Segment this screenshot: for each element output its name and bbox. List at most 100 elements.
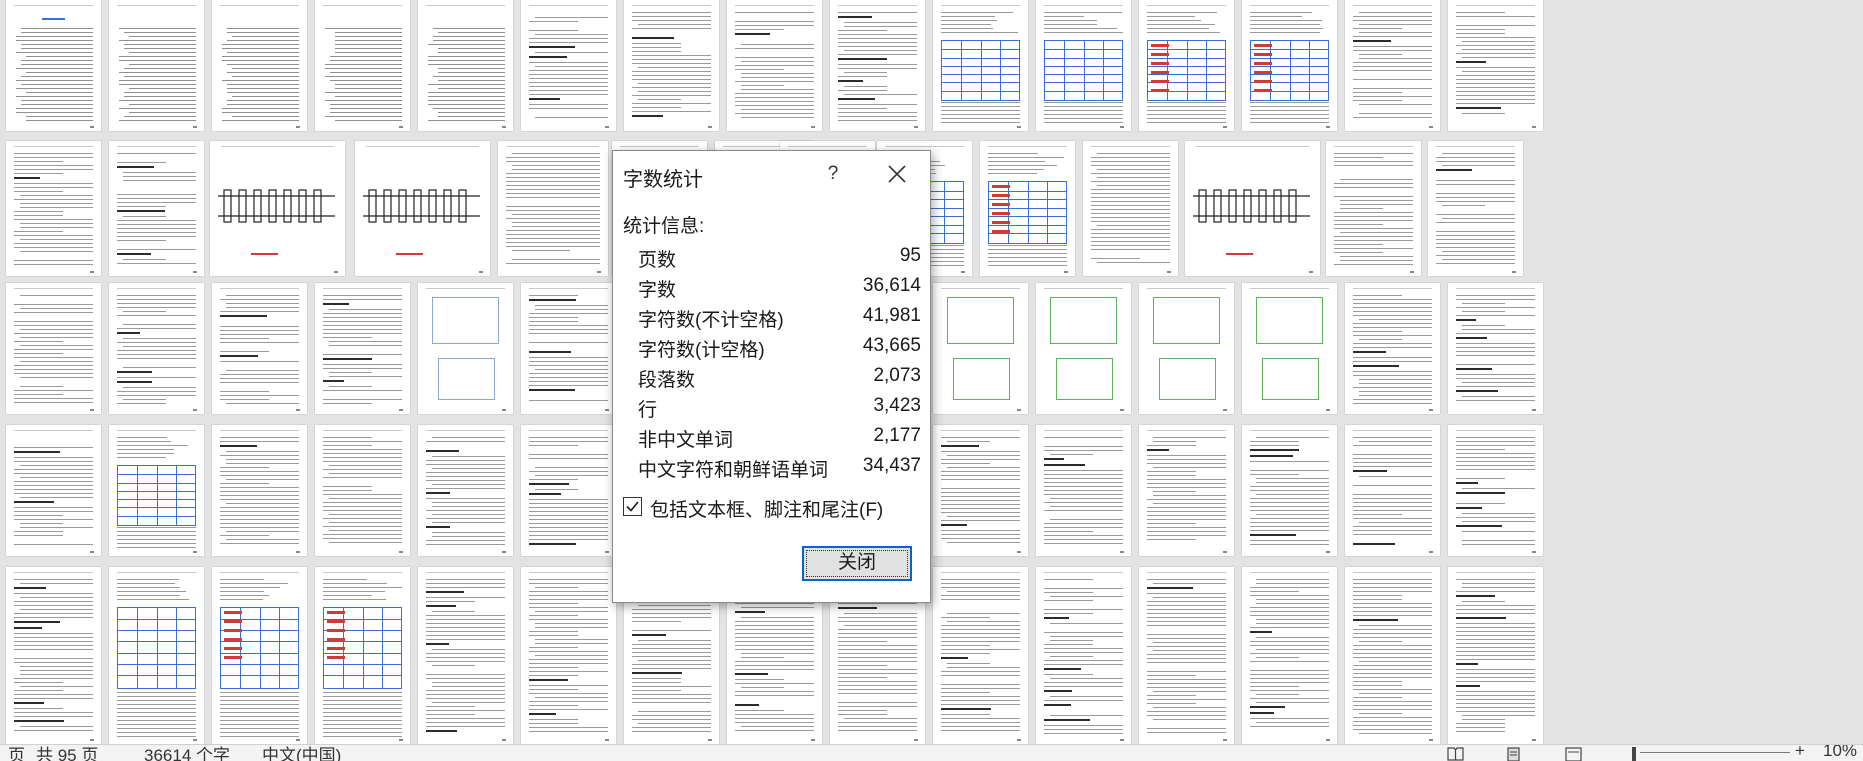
page-thumbnail[interactable] xyxy=(355,141,490,276)
stat-value: 2,177 xyxy=(873,425,921,446)
page-thumbnail[interactable] xyxy=(1345,425,1440,556)
language-status[interactable]: 中文(中国) xyxy=(262,745,341,761)
stat-label: 中文字符和朝鲜语单词 xyxy=(638,460,829,481)
page-thumbnail[interactable] xyxy=(1326,141,1421,276)
stat-value: 41,981 xyxy=(862,305,921,326)
page-thumbnail[interactable] xyxy=(624,0,719,131)
page-thumbnail[interactable] xyxy=(210,141,345,276)
stats-list: 页数 95 字数 36,614 字符数(不计空格) 41,981 字符数(计空格) 43… xyxy=(638,241,921,481)
page-thumbnail[interactable] xyxy=(1036,425,1131,556)
stat-label: 字符数(计空格) xyxy=(638,340,765,361)
page-thumbnail[interactable] xyxy=(521,425,616,556)
stat-row-words: 字数 36,614 xyxy=(638,271,921,301)
page-thumbnail[interactable] xyxy=(1242,283,1337,414)
page-count[interactable]: 共 95 页 xyxy=(36,745,98,761)
stat-label: 段落数 xyxy=(638,370,696,391)
zoom-level[interactable]: 10% xyxy=(1823,745,1857,761)
close-icon[interactable] xyxy=(881,159,913,189)
page-thumbnail[interactable] xyxy=(1242,567,1337,744)
plus-icon[interactable]: + xyxy=(1795,745,1805,761)
stat-row-chars-with-spaces: 字符数(计空格) 43,665 xyxy=(638,331,921,361)
page-thumbnail[interactable] xyxy=(6,0,101,131)
page-thumbnail[interactable] xyxy=(1036,283,1131,414)
page-thumbnail[interactable] xyxy=(1139,425,1234,556)
page-thumbnail[interactable] xyxy=(109,567,204,744)
page-thumbnail[interactable] xyxy=(521,283,616,414)
page-thumbnail[interactable] xyxy=(1242,0,1337,131)
page-thumbnail[interactable] xyxy=(212,567,307,744)
page-thumbnail[interactable] xyxy=(933,0,1028,131)
page-thumbnail[interactable] xyxy=(6,141,101,276)
include-checkbox-label: 包括文本框、脚注和尾注(F) xyxy=(650,500,884,521)
page-thumbnail[interactable] xyxy=(6,283,101,414)
page-thumbnail[interactable] xyxy=(6,425,101,556)
page-thumbnail[interactable] xyxy=(315,0,410,131)
page-thumbnail[interactable] xyxy=(1448,425,1543,556)
page-thumbnail[interactable] xyxy=(1448,567,1543,744)
page-thumbnail[interactable] xyxy=(1345,567,1440,744)
stat-value: 95 xyxy=(899,245,921,266)
page-thumbnail[interactable] xyxy=(418,425,513,556)
stat-value: 3,423 xyxy=(873,395,921,416)
include-textboxes-checkbox[interactable]: 包括文本框、脚注和尾注(F) xyxy=(623,494,913,521)
page-thumbnail[interactable] xyxy=(109,283,204,414)
stat-row-lines: 行 3,423 xyxy=(638,391,921,421)
stat-label: 字符数(不计空格) xyxy=(638,310,784,331)
dialog-title: 字数统计 xyxy=(623,169,703,191)
page-thumbnail[interactable] xyxy=(1185,141,1320,276)
page-thumbnail[interactable] xyxy=(1448,0,1543,131)
status-bar: 页 共 95 页 36614 个字 中文(中国) + 10% xyxy=(0,744,1863,761)
page-thumbnail[interactable] xyxy=(418,0,513,131)
page-thumbnail[interactable] xyxy=(1139,567,1234,744)
page-thumbnail[interactable] xyxy=(1345,283,1440,414)
page-thumbnail[interactable] xyxy=(1242,425,1337,556)
stat-value: 2,073 xyxy=(873,365,921,386)
web-layout-icon[interactable] xyxy=(1565,747,1582,761)
word-count-dialog: 字数统计 ? 统计信息: 页数 95 字数 36,614 字符数(不计空格) 41,9… xyxy=(612,150,931,603)
zoom-slider-thumb[interactable] xyxy=(1632,747,1636,761)
page-thumbnail[interactable] xyxy=(212,0,307,131)
word-count-status[interactable]: 36614 个字 xyxy=(144,745,230,761)
page-thumbnail[interactable] xyxy=(498,141,608,276)
stat-row-chars-no-spaces: 字符数(不计空格) 41,981 xyxy=(638,301,921,331)
page-thumbnail[interactable] xyxy=(933,283,1028,414)
page-thumbnail[interactable] xyxy=(1345,0,1440,131)
page-thumbnail[interactable] xyxy=(109,0,204,131)
page-thumbnail[interactable] xyxy=(315,283,410,414)
page-indicator[interactable]: 页 xyxy=(8,745,25,761)
page-thumbnail[interactable] xyxy=(315,567,410,744)
page-thumbnail[interactable] xyxy=(1448,283,1543,414)
page-thumbnail[interactable] xyxy=(980,141,1075,276)
page-thumbnail[interactable] xyxy=(418,567,513,744)
page-thumbnail[interactable] xyxy=(727,0,822,131)
document-canvas[interactable] xyxy=(0,0,1863,744)
page-thumbnail[interactable] xyxy=(1139,283,1234,414)
page-thumbnail[interactable] xyxy=(212,283,307,414)
page-thumbnail[interactable] xyxy=(6,567,101,744)
stat-row-cjk-words: 中文字符和朝鲜语单词 34,437 xyxy=(638,451,921,481)
page-thumbnail[interactable] xyxy=(933,425,1028,556)
stat-row-non-chinese-words: 非中文单词 2,177 xyxy=(638,421,921,451)
page-thumbnail[interactable] xyxy=(830,0,925,131)
print-layout-icon[interactable] xyxy=(1505,747,1522,761)
page-thumbnail[interactable] xyxy=(1083,141,1178,276)
read-mode-icon[interactable] xyxy=(1447,747,1464,761)
checkbox[interactable] xyxy=(623,497,642,516)
page-thumbnail[interactable] xyxy=(521,0,616,131)
stat-row-pages: 页数 95 xyxy=(638,241,921,271)
page-thumbnail[interactable] xyxy=(418,283,513,414)
page-thumbnail[interactable] xyxy=(1036,567,1131,744)
stat-label: 非中文单词 xyxy=(638,430,734,451)
page-thumbnail[interactable] xyxy=(212,425,307,556)
zoom-slider[interactable] xyxy=(1640,752,1790,753)
page-thumbnail[interactable] xyxy=(109,425,204,556)
page-thumbnail[interactable] xyxy=(1139,0,1234,131)
page-thumbnail[interactable] xyxy=(1428,141,1523,276)
close-button[interactable]: 关闭 xyxy=(802,546,912,581)
page-thumbnail[interactable] xyxy=(109,141,204,276)
page-thumbnail[interactable] xyxy=(315,425,410,556)
page-thumbnail[interactable] xyxy=(1036,0,1131,131)
page-thumbnail[interactable] xyxy=(933,567,1028,744)
page-thumbnail[interactable] xyxy=(521,567,616,744)
help-button[interactable]: ? xyxy=(818,159,848,189)
